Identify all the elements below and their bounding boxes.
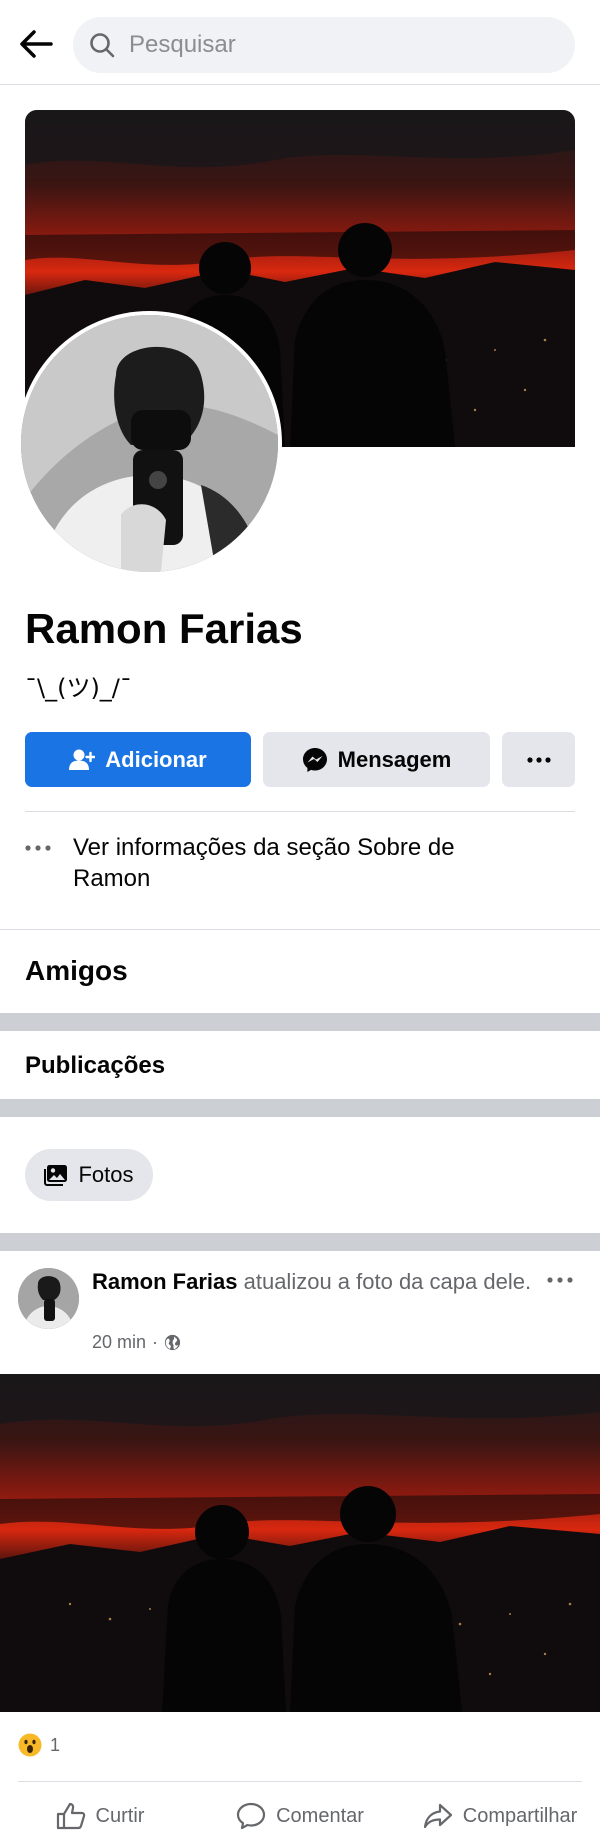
- meta-separator: ·: [152, 1332, 159, 1352]
- more-icon: [526, 756, 551, 763]
- section-separator: [0, 1099, 600, 1117]
- post-meta: 20 min ·: [92, 1332, 181, 1353]
- add-friend-button[interactable]: Adicionar: [25, 732, 251, 787]
- section-separator: [0, 1013, 600, 1031]
- post-author[interactable]: Ramon Farias: [92, 1269, 238, 1294]
- share-button[interactable]: Compartilhar: [400, 1786, 600, 1846]
- reactions-summary[interactable]: 1: [18, 1733, 60, 1757]
- friends-section-title[interactable]: Amigos: [25, 955, 128, 987]
- share-icon: [423, 1802, 453, 1830]
- more-options-button[interactable]: [502, 732, 575, 787]
- like-icon: [56, 1802, 86, 1830]
- back-button[interactable]: [14, 26, 58, 62]
- comment-label: Comentar: [276, 1804, 364, 1827]
- search-icon: [89, 31, 117, 59]
- arrow-left-icon: [20, 30, 53, 58]
- photos-icon: [44, 1164, 68, 1186]
- search-input[interactable]: [129, 31, 529, 59]
- globe-icon: [164, 1334, 181, 1351]
- about-text: Ver informações da seção Sobre de Ramon: [73, 834, 455, 892]
- post-header: Ramon Farias atualizou a foto da capa de…: [92, 1267, 532, 1296]
- messenger-icon: [302, 747, 328, 773]
- post-action-text: atualizou a foto da capa dele.: [237, 1269, 532, 1294]
- about-link[interactable]: Ver informações da seção Sobre de Ramon: [25, 832, 575, 894]
- profile-name: Ramon Farias: [25, 605, 303, 652]
- divider: [25, 811, 575, 812]
- post-author-avatar[interactable]: [18, 1268, 79, 1329]
- message-label: Mensagem: [337, 746, 452, 772]
- posts-section-title: Publicações: [25, 1052, 166, 1079]
- photos-button[interactable]: Fotos: [25, 1149, 153, 1201]
- comment-button[interactable]: Comentar: [200, 1786, 400, 1846]
- section-separator: [0, 1233, 600, 1251]
- reaction-count: 1: [50, 1734, 61, 1755]
- like-button[interactable]: Curtir: [0, 1786, 200, 1846]
- photos-label: Fotos: [78, 1162, 134, 1187]
- wow-reaction-icon: [18, 1733, 42, 1757]
- like-label: Curtir: [95, 1804, 145, 1827]
- comment-icon: [236, 1802, 266, 1830]
- post-image[interactable]: [0, 1374, 600, 1712]
- profile-picture[interactable]: [17, 311, 282, 576]
- share-label: Compartilhar: [462, 1804, 578, 1827]
- divider: [0, 929, 600, 930]
- post-more-button[interactable]: [543, 1268, 577, 1292]
- more-icon: [547, 1277, 573, 1283]
- post-actions: Curtir Comentar Compartilhar: [0, 1786, 600, 1846]
- message-button[interactable]: Mensagem: [263, 732, 490, 787]
- avatar: [21, 315, 278, 572]
- add-friend-label: Adicionar: [105, 746, 207, 772]
- profile-bio: ¯\_(ツ)_/¯: [25, 674, 132, 702]
- search-bar[interactable]: [73, 17, 575, 73]
- top-bar: [0, 0, 600, 85]
- more-icon: [25, 832, 73, 856]
- add-friend-icon: [69, 749, 96, 771]
- divider: [18, 1781, 582, 1782]
- post-time[interactable]: 20 min: [92, 1332, 146, 1353]
